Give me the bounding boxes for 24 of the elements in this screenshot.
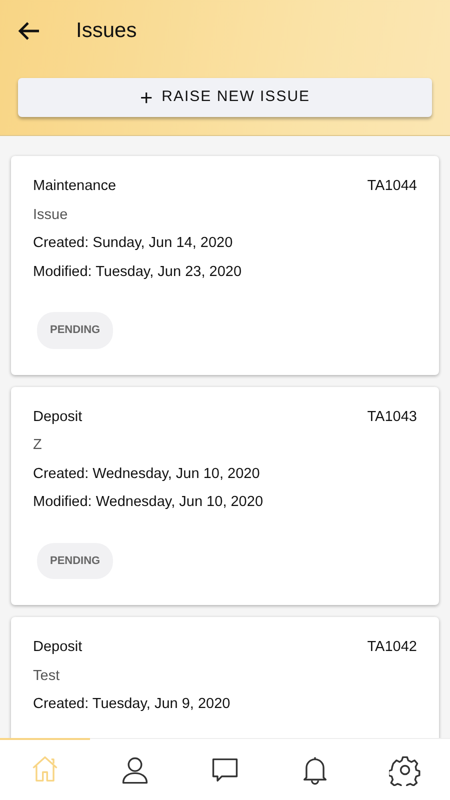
issue-category: Deposit — [33, 408, 82, 426]
back-arrow-icon[interactable] — [18, 21, 40, 41]
issue-subject: Z — [33, 436, 43, 455]
issue-card[interactable]: Deposit TA1042 Test Created: Tuesday, Jun 9, 2020 — [11, 617, 439, 738]
issue-category: Deposit — [33, 638, 82, 657]
issue-subject: Test — [33, 666, 61, 686]
page-title: Issues — [76, 18, 137, 44]
issue-code: TA1044 — [367, 177, 417, 196]
modified-date: Modified: Wednesday, Jun 10, 2020 — [33, 493, 264, 512]
created-date: Created: Tuesday, Jun 9, 2020 — [33, 695, 232, 714]
issue-card[interactable]: Deposit TA1043 Z Created: Wednesday, Jun 10, 2020 Modified: Wednesday, Jun 10, 2020 PENDING — [11, 386, 439, 605]
issue-category: Maintenance — [33, 177, 116, 196]
issue-subject: Issue — [33, 206, 69, 224]
settings-icon[interactable] — [389, 754, 421, 786]
plus-icon: + — [140, 86, 154, 108]
raise-issue-button[interactable]: + RAISE NEW ISSUE — [18, 78, 432, 117]
modified-date: Modified: Tuesday, Jun 23, 2020 — [33, 262, 243, 282]
issue-card[interactable]: Maintenance TA1044 Issue Created: Sunday, Jun 14, 2020 Modified: Tuesday, Jun 23, 2020 PENDING — [11, 156, 439, 374]
issue-code: TA1042 — [367, 638, 417, 657]
issue-code: TA1043 — [367, 408, 417, 426]
status-chip: PENDING — [37, 542, 114, 579]
created-date: Created: Sunday, Jun 14, 2020 — [33, 234, 234, 253]
created-date: Created: Wednesday, Jun 10, 2020 — [33, 464, 261, 484]
status-chip: PENDING — [37, 312, 114, 348]
